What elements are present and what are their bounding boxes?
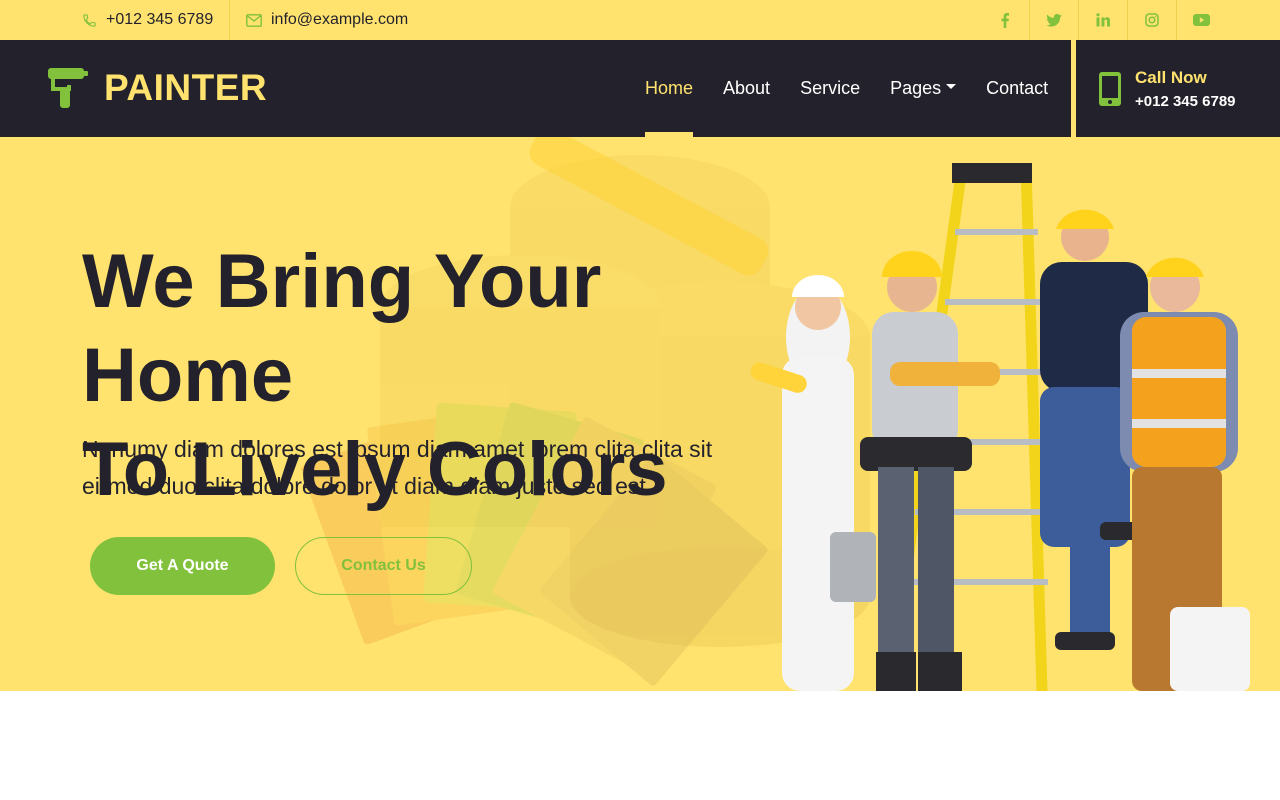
phone-icon (83, 13, 96, 27)
nav-item-label: Home (645, 78, 694, 98)
brand-name: PAINTER (104, 67, 268, 108)
painters-team-image (750, 163, 1250, 691)
chevron-down-icon (946, 84, 957, 89)
facebook-link[interactable] (980, 0, 1029, 40)
twitter-icon (1046, 13, 1062, 27)
hero-subtitle-line-2: eirmod duo clita dolore dolor ut diam di… (82, 473, 646, 499)
youtube-icon (1192, 14, 1210, 26)
get-a-quote-button[interactable]: Get A Quote (90, 537, 275, 595)
nav-item-label: Service (800, 78, 861, 98)
facebook-icon (1001, 12, 1009, 28)
nav-item-about[interactable]: About (708, 40, 785, 137)
contact-us-button[interactable]: Contact Us (295, 537, 472, 595)
hero-title-line-1: We Bring Your Home (82, 239, 602, 418)
envelope-icon (246, 13, 262, 27)
nav-item-contact[interactable]: Contact (971, 40, 1063, 137)
instagram-icon (1145, 13, 1159, 27)
paint-roller-icon (48, 68, 88, 108)
top-bar: +012 345 6789 info@example.com (0, 0, 1280, 40)
call-now-label: Call Now (1135, 67, 1207, 87)
linkedin-icon (1096, 13, 1110, 27)
youtube-link[interactable] (1176, 0, 1225, 40)
mobile-phone-icon (1099, 71, 1121, 106)
topbar-phone[interactable]: +012 345 6789 (82, 0, 231, 40)
nav-item-label: About (723, 78, 771, 98)
hero-section: We Bring Your Home To Lively Colors Nonu… (0, 137, 1280, 691)
topbar-email[interactable]: info@example.com (246, 0, 408, 40)
nav-item-service[interactable]: Service (785, 40, 875, 137)
nav-item-home[interactable]: Home (630, 40, 708, 137)
call-now-box[interactable]: Call Now +012 345 6789 (1071, 40, 1280, 137)
topbar-phone-text: +012 345 6789 (106, 11, 214, 28)
social-links (980, 0, 1225, 40)
topbar-email-text: info@example.com (271, 11, 409, 28)
hero-subtitle: Nonumy diam dolores est ipsum diam amet … (82, 431, 772, 505)
page-content-area (0, 691, 1280, 800)
linkedin-link[interactable] (1078, 0, 1127, 40)
nav-item-label: Pages (890, 78, 942, 98)
call-now-text: Call Now +012 345 6789 (1135, 68, 1236, 110)
brand-logo[interactable]: PAINTER (48, 67, 267, 109)
nav-item-pages[interactable]: Pages (875, 40, 971, 137)
instagram-link[interactable] (1127, 0, 1176, 40)
nav-item-label: Contact (986, 78, 1049, 98)
call-now-number: +012 345 6789 (1135, 92, 1236, 110)
main-navbar: PAINTER Home About Service Pages Contact… (0, 40, 1280, 137)
nav-menu: Home About Service Pages Contact (630, 40, 1063, 137)
twitter-link[interactable] (1029, 0, 1078, 40)
hero-subtitle-line-1: Nonumy diam dolores est ipsum diam amet … (82, 436, 713, 462)
